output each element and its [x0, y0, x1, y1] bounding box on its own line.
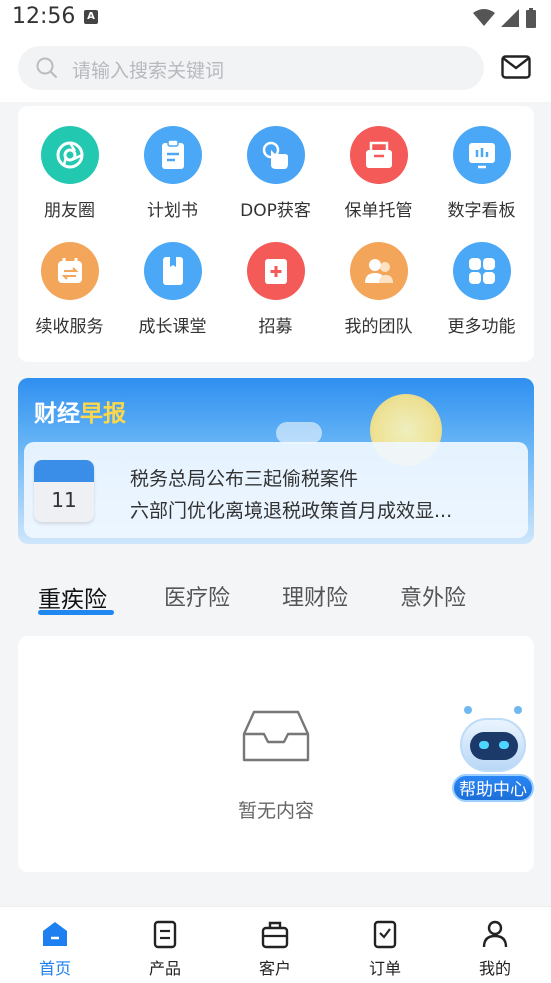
tab-critical-illness[interactable]: 重疾险 [38, 580, 107, 614]
profile-icon [482, 920, 508, 948]
robot-eye-right [499, 741, 509, 749]
grid-item-plan[interactable]: 计划书 [121, 106, 224, 221]
tab-active-indicator [38, 610, 114, 615]
search-icon [36, 57, 57, 78]
wifi-icon [473, 9, 495, 26]
grid-label: 成长课堂 [138, 317, 207, 337]
grid-icon [452, 242, 511, 300]
nav-label: 产品 [148, 959, 181, 978]
team-icon [349, 242, 408, 300]
nav-home[interactable]: 首页 [15, 919, 95, 979]
news-title-part-a: 财经 [34, 401, 80, 427]
news-list: 11 税务总局公布三起偷税案件 六部门优化离境退税政策首月成效显... [24, 442, 528, 538]
empty-tray-icon [242, 710, 310, 762]
news-headline-2[interactable]: 六部门优化离境退税政策首月成效显... [130, 496, 452, 523]
nav-label: 客户 [258, 959, 291, 978]
notification-icon: A [84, 10, 98, 24]
nav-label: 我的 [478, 959, 511, 978]
calendar-day: 11 [51, 488, 77, 512]
grid-label: 我的团队 [344, 317, 413, 337]
calendar-header [34, 460, 94, 482]
grid-item-team[interactable]: 我的团队 [327, 222, 430, 337]
briefcase-icon [261, 921, 289, 949]
mail-icon[interactable] [501, 55, 531, 79]
grid-label: 朋友圈 [44, 201, 95, 221]
touch-icon [246, 126, 305, 184]
grid-label: 计划书 [147, 201, 198, 221]
calendar-swap-icon [40, 242, 99, 300]
aperture-icon [40, 126, 99, 184]
antenna-left [464, 706, 472, 714]
book-icon [143, 242, 202, 300]
robot-icon [460, 718, 526, 772]
order-icon [373, 920, 397, 949]
signal-icon [501, 9, 519, 27]
nav-label: 首页 [38, 959, 71, 978]
robot-eye-left [479, 741, 489, 749]
dashboard-icon [452, 126, 511, 184]
grid-item-recruit[interactable]: 招募 [224, 222, 327, 337]
status-bar: 12:56 A [0, 0, 551, 36]
nav-orders[interactable]: 订单 [345, 919, 425, 979]
nav-label: 订单 [368, 959, 401, 978]
news-title: 财经早报 [34, 394, 126, 428]
grid-item-policy[interactable]: 保单托管 [327, 106, 430, 221]
robot-face [470, 732, 518, 760]
cloud-decoration [276, 422, 322, 444]
home-icon [43, 922, 67, 946]
folder-icon [349, 126, 408, 184]
news-title-part-b: 早报 [80, 401, 126, 427]
grid-label: DOP获客 [240, 201, 311, 221]
clipboard-icon [143, 126, 202, 184]
document-icon [153, 920, 177, 949]
help-center-label: 帮助中心 [452, 774, 534, 802]
calendar-icon: 11 [34, 460, 94, 522]
status-indicators [473, 8, 537, 28]
grid-item-moments[interactable]: 朋友圈 [18, 106, 121, 221]
grid-item-more[interactable]: 更多功能 [430, 222, 533, 337]
header: 请输入搜索关键词 [0, 36, 551, 102]
status-time: 12:56 [12, 4, 76, 29]
search-placeholder: 请输入搜索关键词 [72, 60, 225, 82]
nav-profile[interactable]: 我的 [455, 919, 535, 979]
function-grid: 朋友圈 计划书 DOP获客 保单托管 数字看板 续收服务 成长课堂 招募 我的团… [18, 106, 534, 362]
grid-item-renewal[interactable]: 续收服务 [18, 222, 121, 337]
grid-label: 招募 [258, 317, 293, 337]
antenna-right [514, 706, 522, 714]
grid-label: 数字看板 [447, 201, 516, 221]
product-tabs: 重疾险 医疗险 理财险 意外险 [0, 574, 551, 620]
grid-item-dop[interactable]: DOP获客 [224, 106, 327, 221]
grid-label: 保单托管 [344, 201, 413, 221]
news-banner[interactable]: 财经早报 11 税务总局公布三起偷税案件 六部门优化离境退税政策首月成效显... [18, 378, 534, 544]
bottom-nav: 首页 产品 客户 订单 我的 [0, 906, 551, 983]
nav-customers[interactable]: 客户 [235, 919, 315, 979]
tab-accident[interactable]: 意外险 [400, 580, 466, 612]
grid-item-dashboard[interactable]: 数字看板 [430, 106, 533, 221]
search-input[interactable]: 请输入搜索关键词 [18, 46, 484, 90]
tab-wealth[interactable]: 理财险 [282, 580, 348, 612]
grid-item-classroom[interactable]: 成长课堂 [121, 222, 224, 337]
news-headline-1[interactable]: 税务总局公布三起偷税案件 [130, 464, 358, 491]
tab-medical[interactable]: 医疗险 [164, 580, 230, 612]
nav-products[interactable]: 产品 [125, 919, 205, 979]
battery-icon [526, 8, 536, 28]
help-center-button[interactable]: 帮助中心 [452, 702, 536, 804]
grid-label: 更多功能 [447, 317, 516, 337]
grid-label: 续收服务 [35, 317, 104, 337]
medical-plus-icon [246, 242, 305, 300]
